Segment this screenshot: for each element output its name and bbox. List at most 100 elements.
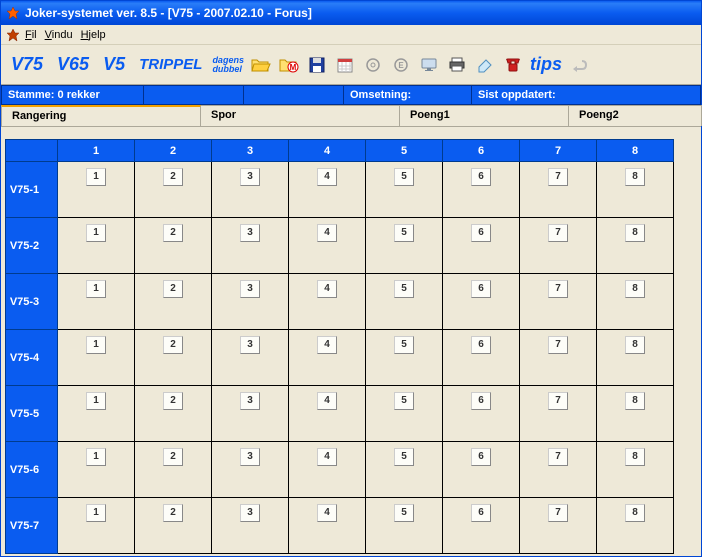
- horse-button[interactable]: 6: [471, 504, 491, 522]
- grid-cell[interactable]: 3: [212, 498, 289, 554]
- grid-cell[interactable]: 8: [597, 330, 674, 386]
- horse-button[interactable]: 1: [86, 504, 106, 522]
- horse-button[interactable]: 7: [548, 336, 568, 354]
- menu-vindu[interactable]: Vindu: [45, 29, 73, 41]
- grid-cell[interactable]: 3: [212, 274, 289, 330]
- horse-button[interactable]: 5: [394, 168, 414, 186]
- grid-cell[interactable]: 1: [58, 386, 135, 442]
- horse-button[interactable]: 4: [317, 280, 337, 298]
- phone-icon[interactable]: [502, 54, 524, 76]
- horse-button[interactable]: 8: [625, 504, 645, 522]
- grid-cell[interactable]: 6: [443, 274, 520, 330]
- grid-cell[interactable]: 4: [289, 498, 366, 554]
- grid-cell[interactable]: 8: [597, 218, 674, 274]
- grid-cell[interactable]: 5: [366, 162, 443, 218]
- horse-button[interactable]: 7: [548, 224, 568, 242]
- grid-cell[interactable]: 8: [597, 386, 674, 442]
- circle-e-icon[interactable]: E: [390, 54, 412, 76]
- col-header[interactable]: 1: [58, 140, 135, 162]
- grid-cell[interactable]: 6: [443, 218, 520, 274]
- grid-cell[interactable]: 4: [289, 330, 366, 386]
- horse-button[interactable]: 5: [394, 392, 414, 410]
- grid-cell[interactable]: 3: [212, 218, 289, 274]
- grid-cell[interactable]: 1: [58, 498, 135, 554]
- row-header[interactable]: V75-5P: [6, 386, 58, 442]
- grid-cell[interactable]: 2: [135, 386, 212, 442]
- menu-app-icon[interactable]: [5, 27, 21, 43]
- tab-spor[interactable]: Spor: [200, 105, 400, 126]
- grid-cell[interactable]: 7: [520, 386, 597, 442]
- horse-button[interactable]: 6: [471, 336, 491, 354]
- horse-button[interactable]: 5: [394, 280, 414, 298]
- v5-button[interactable]: V5: [99, 54, 129, 75]
- horse-button[interactable]: 6: [471, 168, 491, 186]
- horse-button[interactable]: 3: [240, 392, 260, 410]
- grid-cell[interactable]: 8: [597, 442, 674, 498]
- grid-cell[interactable]: 7: [520, 274, 597, 330]
- horse-button[interactable]: 3: [240, 168, 260, 186]
- col-header[interactable]: 8: [597, 140, 674, 162]
- grid-cell[interactable]: 8: [597, 162, 674, 218]
- grid-cell[interactable]: 6: [443, 386, 520, 442]
- calendar-icon[interactable]: [334, 54, 356, 76]
- row-header[interactable]: V75-7P: [6, 498, 58, 554]
- open-marked-icon[interactable]: M: [278, 54, 300, 76]
- col-header[interactable]: 3: [212, 140, 289, 162]
- horse-button[interactable]: 1: [86, 168, 106, 186]
- tips-button[interactable]: tips: [530, 54, 562, 75]
- horse-button[interactable]: 2: [163, 224, 183, 242]
- grid-cell[interactable]: 7: [520, 442, 597, 498]
- horse-button[interactable]: 5: [394, 224, 414, 242]
- grid-cell[interactable]: 8: [597, 498, 674, 554]
- horse-button[interactable]: 6: [471, 280, 491, 298]
- grid-cell[interactable]: 6: [443, 442, 520, 498]
- row-header[interactable]: V75-3P: [6, 274, 58, 330]
- grid-cell[interactable]: 6: [443, 330, 520, 386]
- menu-fil[interactable]: Fil: [25, 29, 37, 41]
- col-header[interactable]: 7: [520, 140, 597, 162]
- horse-button[interactable]: 1: [86, 392, 106, 410]
- v65-button[interactable]: V65: [53, 54, 93, 75]
- horse-button[interactable]: 3: [240, 280, 260, 298]
- horse-button[interactable]: 8: [625, 224, 645, 242]
- grid-cell[interactable]: 2: [135, 330, 212, 386]
- grid-cell[interactable]: 1: [58, 162, 135, 218]
- grid-cell[interactable]: 7: [520, 218, 597, 274]
- horse-button[interactable]: 1: [86, 336, 106, 354]
- grid-cell[interactable]: 5: [366, 442, 443, 498]
- grid-cell[interactable]: 1: [58, 274, 135, 330]
- print-icon[interactable]: [446, 54, 468, 76]
- horse-button[interactable]: 8: [625, 392, 645, 410]
- grid-cell[interactable]: 1: [58, 442, 135, 498]
- trippel-button[interactable]: TRIPPEL: [135, 56, 206, 73]
- grid-cell[interactable]: 2: [135, 274, 212, 330]
- grid-cell[interactable]: 6: [443, 162, 520, 218]
- grid-cell[interactable]: 5: [366, 330, 443, 386]
- menu-hjelp[interactable]: Hjelp: [81, 29, 106, 41]
- horse-button[interactable]: 6: [471, 448, 491, 466]
- grid-cell[interactable]: 6: [443, 498, 520, 554]
- undo-icon[interactable]: [568, 54, 590, 76]
- horse-button[interactable]: 8: [625, 280, 645, 298]
- tab-poeng2[interactable]: Poeng2: [568, 105, 702, 126]
- col-header[interactable]: 2: [135, 140, 212, 162]
- horse-button[interactable]: 4: [317, 448, 337, 466]
- col-header[interactable]: 6: [443, 140, 520, 162]
- grid-cell[interactable]: 7: [520, 162, 597, 218]
- horse-button[interactable]: 7: [548, 280, 568, 298]
- col-header[interactable]: 5: [366, 140, 443, 162]
- horse-button[interactable]: 2: [163, 336, 183, 354]
- col-header[interactable]: 4: [289, 140, 366, 162]
- horse-button[interactable]: 7: [548, 448, 568, 466]
- grid-cell[interactable]: 4: [289, 162, 366, 218]
- folder-open-icon[interactable]: [250, 54, 272, 76]
- horse-button[interactable]: 1: [86, 448, 106, 466]
- horse-button[interactable]: 8: [625, 448, 645, 466]
- horse-button[interactable]: 1: [86, 280, 106, 298]
- v75-button[interactable]: V75: [7, 54, 47, 75]
- horse-button[interactable]: 3: [240, 448, 260, 466]
- grid-cell[interactable]: 8: [597, 274, 674, 330]
- monitor-icon[interactable]: [418, 54, 440, 76]
- horse-button[interactable]: 6: [471, 224, 491, 242]
- horse-button[interactable]: 8: [625, 336, 645, 354]
